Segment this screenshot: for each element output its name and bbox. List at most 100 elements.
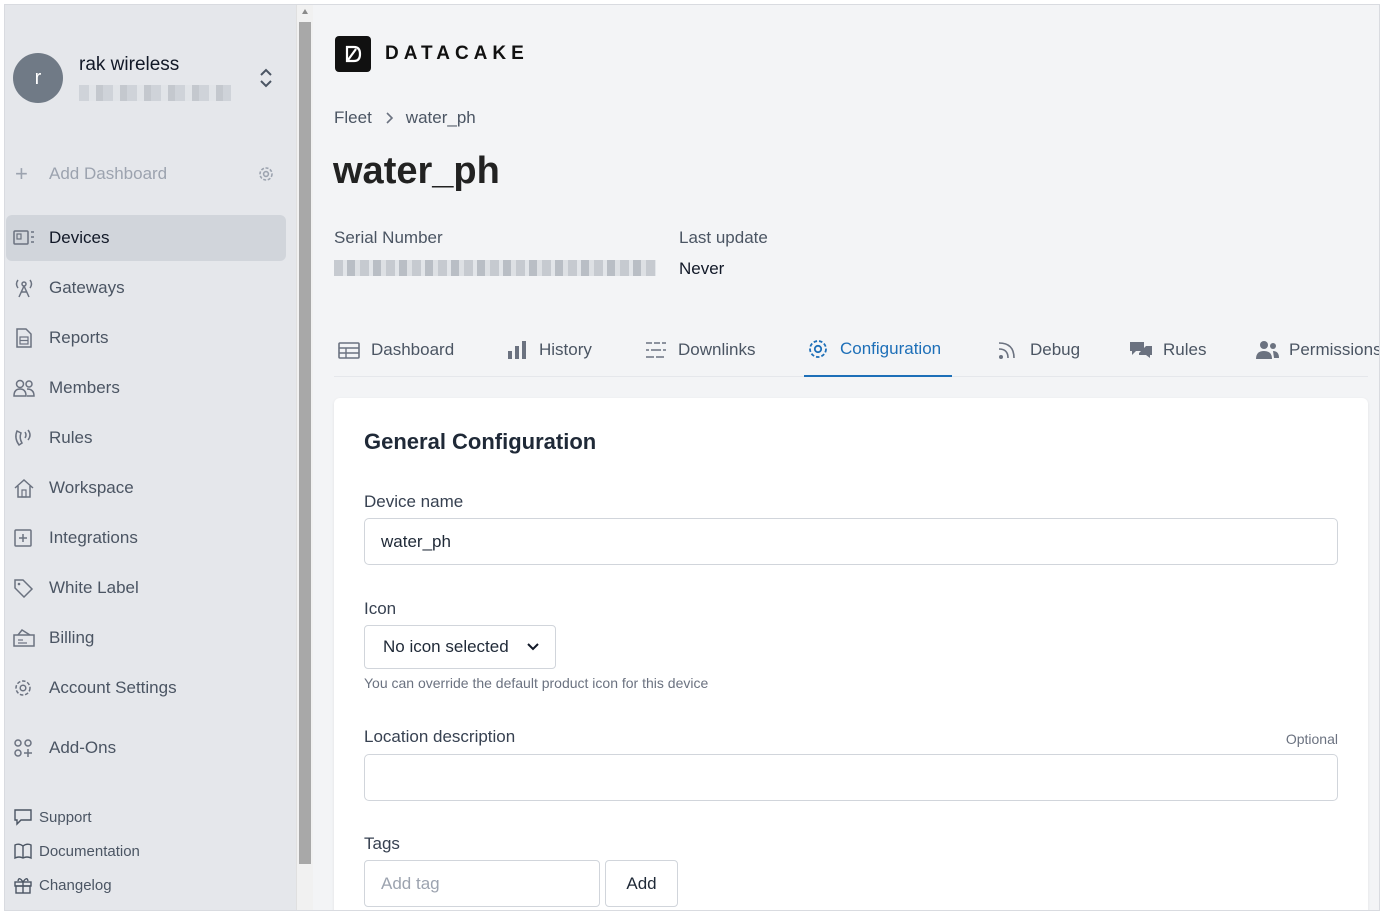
book-icon: [14, 843, 32, 860]
avatar: r: [13, 53, 63, 103]
serial-number-label: Serial Number: [334, 228, 443, 247]
last-update-value: Never: [679, 259, 725, 278]
billing-icon: [13, 629, 35, 647]
sidebar-item-label: Members: [49, 378, 120, 397]
sidebar-item-label: White Label: [49, 578, 139, 597]
main-content: DATACAKE Fleet water_ph water_ph Serial …: [313, 5, 1379, 910]
sidebar-item-account-settings[interactable]: Account Settings: [6, 665, 286, 711]
chevron-down-icon: [527, 643, 539, 651]
general-configuration-card: General Configuration Device name Icon N…: [334, 398, 1368, 910]
sidebar-item-devices[interactable]: Devices: [6, 215, 286, 261]
account-email-redacted: [79, 85, 231, 101]
add-dashboard-button[interactable]: + Add Dashboard: [13, 159, 285, 189]
report-icon: [16, 328, 32, 348]
chat-icon: [14, 809, 32, 826]
table-icon: [338, 342, 360, 359]
sidebar-item-members[interactable]: Members: [6, 365, 286, 411]
documentation-label: Documentation: [39, 842, 140, 860]
account-switcher[interactable]: r rak wireless: [13, 53, 285, 107]
icon-select[interactable]: No icon selected: [364, 625, 556, 669]
tab-label: Rules: [1163, 340, 1207, 359]
support-link[interactable]: Support: [13, 805, 273, 829]
scroll-up-arrow-icon[interactable]: [302, 9, 308, 14]
icon-help-text: You can override the default product ico…: [364, 675, 709, 691]
tab-label: History: [539, 340, 592, 359]
page-title: water_ph: [333, 150, 500, 192]
sidebar-item-label: Devices: [49, 228, 110, 247]
sidebar-item-rules[interactable]: Rules: [6, 415, 286, 461]
app-window: r rak wireless + Add Dashboard Devices G…: [4, 4, 1380, 911]
icon-label: Icon: [364, 599, 397, 618]
sidebar-item-label: Workspace: [49, 478, 134, 497]
tab-dashboard[interactable]: Dashboard: [337, 323, 454, 377]
location-description-label: Location description: [364, 727, 516, 746]
icon-select-value: No icon selected: [383, 637, 509, 656]
sidebar-item-label: Gateways: [49, 278, 125, 297]
sidebar-item-white-label[interactable]: White Label: [6, 565, 286, 611]
sidebar-item-label: Rules: [49, 428, 93, 447]
brand-name: DATACAKE: [385, 43, 529, 64]
sidebar-item-label: Billing: [49, 628, 95, 647]
tag-input[interactable]: [364, 860, 600, 907]
tab-label: Downlinks: [678, 340, 756, 359]
sidebar-item-gateways[interactable]: Gateways: [6, 265, 286, 311]
sidebar-item-reports[interactable]: Reports: [6, 315, 286, 361]
chevron-up-down-icon[interactable]: [259, 67, 273, 89]
tab-permissions[interactable]: Permissions: [1255, 323, 1380, 377]
breadcrumb-current: water_ph: [405, 108, 476, 127]
brand-logo[interactable]: DATACAKE: [335, 36, 529, 72]
last-update-label: Last update: [679, 228, 768, 247]
gear-icon[interactable]: [257, 165, 275, 183]
sidebar-item-integrations[interactable]: Integrations: [6, 515, 286, 561]
tags-label: Tags: [364, 834, 400, 853]
gear-icon: [15, 680, 31, 696]
account-name: rak wireless: [79, 54, 180, 75]
members-icon: [13, 379, 35, 397]
documentation-link[interactable]: Documentation: [13, 839, 273, 863]
breadcrumb: Fleet water_ph: [334, 108, 476, 128]
sliders-icon: [646, 342, 666, 358]
location-description-input[interactable]: [364, 754, 1338, 801]
tab-rules[interactable]: Rules: [1129, 323, 1206, 377]
serial-number-value-redacted: [334, 260, 656, 276]
add-tag-button[interactable]: Add: [605, 860, 678, 907]
support-label: Support: [39, 808, 92, 826]
device-name-label: Device name: [364, 492, 464, 511]
device-name-input[interactable]: [364, 518, 1338, 565]
gear-icon: [809, 340, 827, 358]
sidebar: r rak wireless + Add Dashboard Devices G…: [5, 5, 296, 910]
changelog-link[interactable]: Changelog: [13, 873, 273, 897]
sidebar-item-billing[interactable]: Billing: [6, 615, 286, 661]
sidebar-nav: Devices Gateways Reports Members Rules W…: [5, 215, 296, 775]
sidebar-item-label: Account Settings: [49, 678, 177, 697]
workspace-icon: [14, 478, 34, 498]
device-tabs: Dashboard History Downlinks Configuratio…: [334, 323, 1379, 377]
tab-label: Permissions: [1289, 340, 1380, 359]
tab-debug[interactable]: Debug: [996, 323, 1080, 377]
users-icon: [1256, 341, 1279, 359]
changelog-label: Changelog: [39, 876, 112, 894]
plus-icon: +: [15, 161, 28, 186]
tab-label: Debug: [1030, 340, 1081, 359]
card-title: General Configuration: [364, 429, 597, 454]
scrollbar-thumb[interactable]: [299, 22, 311, 864]
datacake-logo-icon: [335, 36, 371, 72]
rules-icon: [15, 429, 31, 447]
sidebar-item-add-ons[interactable]: Add-Ons: [6, 725, 286, 771]
sidebar-scrollbar[interactable]: [296, 5, 313, 910]
tab-downlinks[interactable]: Downlinks: [644, 323, 755, 377]
tab-configuration[interactable]: Configuration: [804, 323, 952, 377]
breadcrumb-fleet[interactable]: Fleet: [334, 108, 372, 128]
addons-icon: [14, 739, 32, 757]
tab-history[interactable]: History: [505, 323, 592, 377]
devices-icon: [13, 230, 34, 245]
tag-icon: [14, 579, 34, 598]
sidebar-item-label: Reports: [49, 328, 109, 347]
chevron-right-icon: [386, 112, 393, 124]
sidebar-item-label: Integrations: [49, 528, 138, 547]
chat-bubbles-icon: [1130, 342, 1152, 358]
sidebar-item-workspace[interactable]: Workspace: [6, 465, 286, 511]
bar-chart-icon: [508, 341, 526, 359]
rss-icon: [998, 342, 1015, 359]
optional-hint: Optional: [1285, 731, 1338, 747]
